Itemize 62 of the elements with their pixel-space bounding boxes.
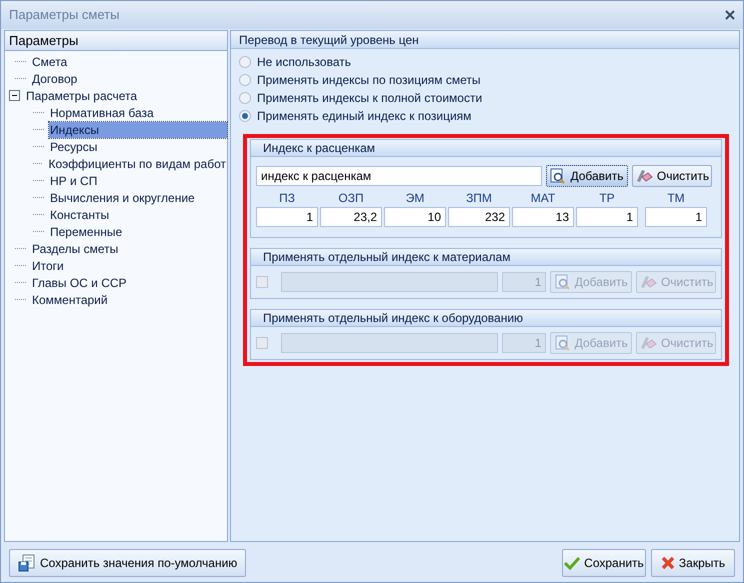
radio-button[interactable]: [239, 92, 251, 104]
field-label: ТР: [599, 190, 615, 207]
tree-item[interactable]: Комментарий: [31, 292, 109, 308]
tree-item[interactable]: Переменные: [49, 224, 124, 240]
eraser-icon: [638, 274, 657, 290]
radio-button[interactable]: [239, 56, 251, 68]
add-button[interactable]: Добавить: [546, 165, 628, 187]
panel-header: Перевод в текущий уровень цен: [231, 31, 739, 49]
value-field[interactable]: 1: [576, 207, 638, 227]
tree-item[interactable]: Вычисления и округление: [49, 190, 196, 206]
radio-label: Не использовать: [257, 54, 351, 70]
tree-item[interactable]: Договор: [31, 70, 78, 86]
sidebar-header: Параметры: [5, 31, 227, 51]
group-header: Индекс к расценкам: [251, 140, 721, 157]
clear-button[interactable]: Очистить: [632, 165, 712, 187]
radio-button[interactable]: [239, 110, 251, 122]
close-button[interactable]: Закрыть: [651, 548, 735, 576]
expand-toggle-icon[interactable]: [9, 90, 20, 101]
value-field[interactable]: 1: [256, 207, 318, 227]
tree-item[interactable]: Разделы сметы: [31, 240, 120, 256]
group-header: Применять отдельный индекс к оборудованию: [251, 310, 721, 327]
value-field[interactable]: 10: [384, 207, 446, 227]
magnifier-icon: [554, 335, 571, 351]
eraser-icon: [634, 168, 653, 184]
value-field[interactable]: 232: [448, 207, 510, 227]
tree-item[interactable]: Нормативная база: [49, 104, 155, 120]
field-label: ОЗП: [338, 190, 364, 207]
value-field[interactable]: 23,2: [320, 207, 382, 227]
group-header: Применять отдельный индекс к материалам: [251, 249, 721, 266]
tree-item[interactable]: Индексы: [49, 122, 227, 138]
tree-item[interactable]: Ресурсы: [49, 138, 98, 154]
value-field: 1: [502, 272, 546, 292]
save-document-icon: [18, 554, 36, 572]
field-label: ПЗ: [279, 190, 295, 207]
value-field[interactable]: 1: [645, 207, 707, 227]
magnifier-icon: [550, 168, 566, 184]
field-label: ЗПМ: [466, 190, 492, 207]
tree-item[interactable]: Итоги: [31, 258, 65, 274]
radio-label: Применять индексы к полной стоимости: [257, 90, 482, 106]
field-label: МАТ: [530, 190, 556, 207]
tree-item[interactable]: НР и СП: [49, 172, 98, 188]
radio-label: Применять единый индекс к позициям: [257, 108, 472, 124]
tree-item[interactable]: Константы: [49, 206, 110, 222]
value-field[interactable]: 13: [512, 207, 574, 227]
radio-label: Применять индексы по позициям сметы: [257, 72, 481, 88]
save-defaults-button[interactable]: Сохранить значения по-умолчанию: [9, 548, 246, 576]
window-title: Параметры сметы: [9, 6, 120, 24]
radio-button[interactable]: [239, 74, 251, 86]
checkmark-icon: [564, 556, 580, 570]
tree-item[interactable]: Коэффициенты по видам работ: [47, 156, 227, 172]
eraser-icon: [638, 335, 657, 351]
index-name-field[interactable]: индекс к расценкам: [256, 166, 542, 186]
magnifier-icon: [554, 274, 571, 290]
close-icon: [660, 556, 675, 570]
close-icon[interactable]: [725, 10, 735, 20]
tree-item[interactable]: Главы ОС и ССР: [31, 274, 128, 290]
value-field: 1: [502, 333, 546, 353]
field-label: ЭМ: [406, 190, 424, 207]
tree-item[interactable]: Смета: [31, 54, 68, 70]
save-button[interactable]: Сохранить: [562, 548, 646, 576]
tree-item[interactable]: Параметры расчета: [25, 88, 138, 104]
field-label: ТМ: [667, 190, 685, 207]
